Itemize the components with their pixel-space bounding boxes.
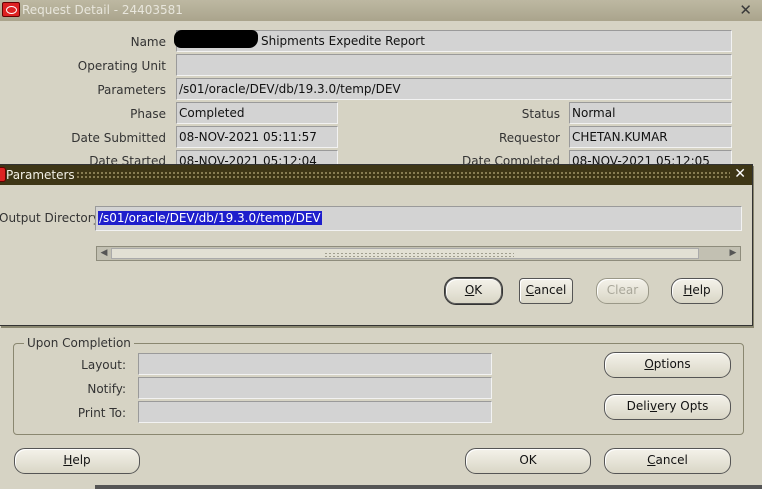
status-label: Status (521, 107, 560, 121)
cancel-rest: ancel (655, 453, 688, 467)
help-rest: elp (72, 453, 91, 467)
close-icon[interactable]: ✕ (739, 1, 752, 19)
cancel-mnemonic: C (647, 453, 656, 467)
close-icon[interactable]: ✕ (734, 166, 746, 182)
cancel-mnemonic: C (525, 283, 535, 297)
layout-field[interactable] (138, 353, 492, 375)
horizontal-scrollbar[interactable]: ◀ ▶ (96, 246, 741, 261)
options-mnemonic: O (644, 357, 654, 371)
window-title-bar: Request Detail - 24403581 ✕ (0, 0, 762, 21)
delivery-mnemonic: v (649, 399, 658, 413)
print-to-field[interactable] (138, 401, 492, 423)
help-mnemonic: H (683, 283, 693, 297)
dialog-help-button[interactable]: Help (671, 278, 723, 304)
name-value: Shipments Expedite Report (261, 34, 425, 48)
operating-unit-field[interactable] (176, 54, 732, 76)
notify-field[interactable] (138, 377, 492, 399)
scrollbar-grip (324, 252, 514, 257)
title-bar-grip (76, 171, 730, 179)
ok-mnemonic: O (464, 283, 475, 297)
parameters-title: Parameters (6, 168, 75, 182)
help-rest: elp (692, 283, 711, 297)
output-directory-label: Output Directory (0, 211, 100, 225)
requestor-label: Requestor (498, 131, 560, 145)
oracle-logo-icon (2, 2, 20, 17)
parameters-label: Parameters (97, 83, 166, 97)
cancel-button[interactable]: Cancel (604, 448, 731, 474)
bottom-edge (95, 485, 762, 489)
scroll-right-icon[interactable]: ▶ (726, 246, 740, 261)
layout-label: Layout: (81, 358, 126, 372)
scroll-left-icon[interactable]: ◀ (97, 246, 111, 261)
output-directory-value: /s01/oracle/DEV/db/19.3.0/temp/DEV (98, 211, 322, 225)
dialog-clear-button[interactable]: Clear (596, 278, 649, 304)
delivery-rest: ery Opts (657, 399, 709, 413)
parameters-field[interactable]: /s01/oracle/DEV/db/19.3.0/temp/DEV (176, 78, 732, 100)
name-field[interactable]: Shipments Expedite Report (176, 30, 732, 52)
notify-label: Notify: (87, 382, 126, 396)
ok-rest: K (474, 283, 483, 297)
upon-completion-label: Upon Completion (24, 336, 134, 350)
redaction-mark (174, 30, 258, 48)
date-submitted-label: Date Submitted (71, 131, 166, 145)
window-title: Request Detail - 24403581 (22, 3, 183, 17)
delivery-opts-button[interactable]: Delivery Opts (604, 394, 731, 420)
print-to-label: Print To: (77, 406, 126, 420)
requestor-field[interactable]: CHETAN.KUMAR (569, 126, 732, 148)
delivery-pre: Deli (626, 399, 650, 413)
help-button[interactable]: Help (14, 448, 140, 474)
ok-button[interactable]: OK (465, 448, 591, 474)
help-mnemonic: H (63, 453, 73, 467)
options-rest: ptions (653, 357, 691, 371)
parameters-dialog: Parameters ✕ Output Directory /s01/oracl… (0, 164, 753, 326)
phase-field[interactable]: Completed (176, 102, 338, 124)
date-submitted-field[interactable]: 08-NOV-2021 05:11:57 (176, 126, 338, 148)
name-label: Name (130, 35, 166, 49)
cancel-rest: ancel (534, 283, 567, 297)
dialog-ok-button[interactable]: OK (445, 278, 502, 304)
parameters-title-bar[interactable]: Parameters ✕ (0, 165, 752, 185)
status-field[interactable]: Normal (569, 102, 732, 124)
phase-label: Phase (130, 107, 166, 121)
operating-unit-label: Operating Unit (77, 59, 166, 73)
scrollbar-thumb[interactable] (111, 248, 699, 259)
options-button[interactable]: Options (604, 352, 731, 378)
output-directory-field[interactable]: /s01/oracle/DEV/db/19.3.0/temp/DEV (95, 206, 742, 231)
dialog-cancel-button[interactable]: Cancel (519, 278, 573, 304)
